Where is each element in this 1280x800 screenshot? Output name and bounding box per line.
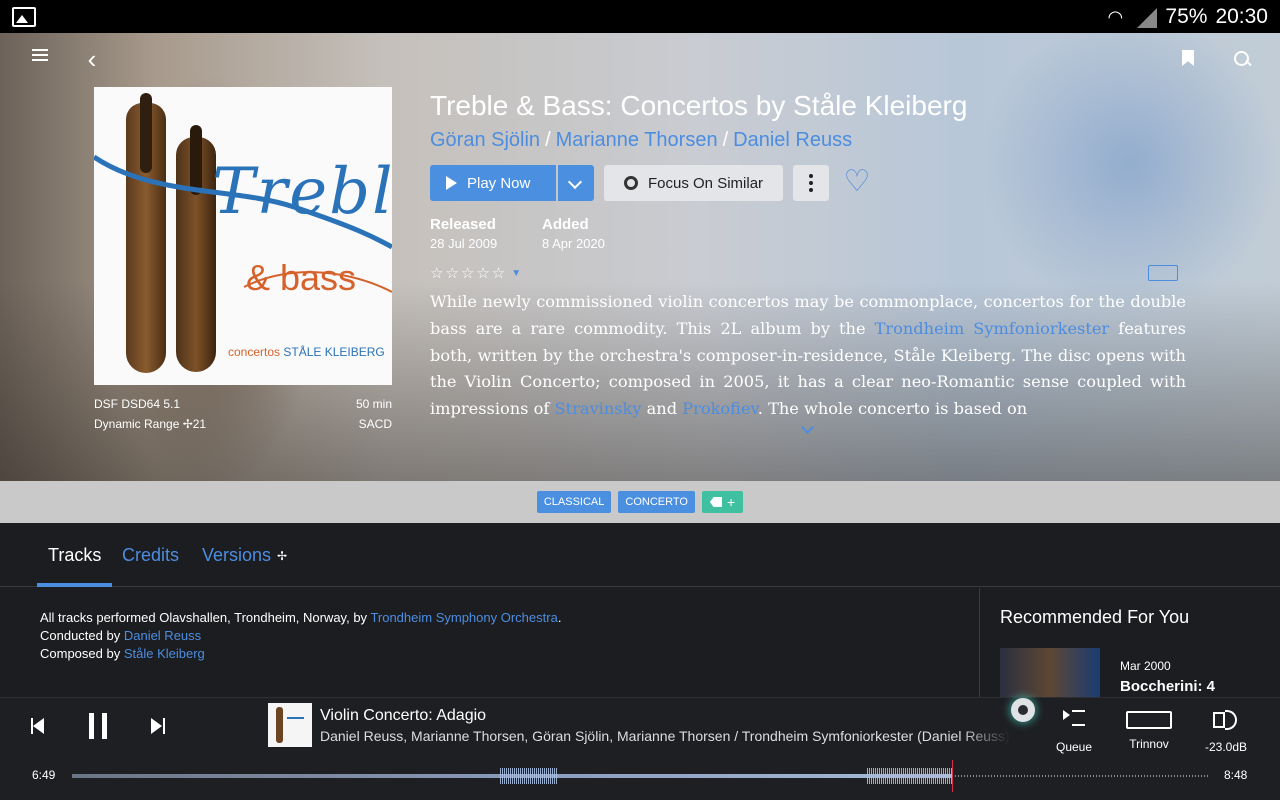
seek-remaining (952, 775, 1208, 777)
star-rating[interactable]: ☆☆☆☆☆ ▼ (430, 264, 523, 282)
composer-link[interactable]: Ståle Kleiberg (124, 646, 205, 661)
versions-icon: ✢ (277, 549, 288, 564)
aperture-icon (624, 176, 638, 190)
genre-tags: CLASSICAL CONCERTO + (0, 481, 1280, 523)
performance-notes: All tracks performed Olavshallen, Trondh… (40, 610, 562, 661)
album-cover[interactable]: Treble & bass concertos STÅLE KLEIBERG (94, 87, 392, 385)
expand-review-icon[interactable] (800, 423, 814, 437)
genre-tag[interactable]: CONCERTO (618, 491, 695, 513)
focus-on-similar-button[interactable]: Focus On Similar (604, 165, 783, 201)
album-tabs: Tracks Credits Versions ✢ (0, 523, 1280, 587)
conductor-link[interactable]: Daniel Reuss (124, 628, 201, 643)
volume-button[interactable]: -23.0dB (1200, 708, 1252, 754)
added-label: Added (542, 216, 589, 233)
play-now-button[interactable]: Play Now (430, 165, 556, 201)
edit-image-icon[interactable] (1148, 265, 1178, 281)
panel-divider (979, 588, 980, 698)
search-icon[interactable] (1230, 46, 1254, 72)
orchestra-link[interactable]: Trondheim Symphony Orchestra (370, 610, 557, 625)
more-options-button[interactable] (793, 165, 829, 201)
elapsed-time: 6:49 (32, 768, 56, 782)
cover-credit: concertos STÅLE KLEIBERG (228, 345, 385, 359)
recommended-album-title[interactable]: Boccherini: 4 (1120, 678, 1215, 695)
status-bar: ◠ 75% 20:30 (0, 0, 1280, 33)
now-playing-bar: Violin Concerto: Adagio Daniel Reuss, Ma… (0, 697, 1280, 800)
review-link[interactable]: Stravinsky (555, 399, 642, 418)
favorite-heart-icon[interactable]: ♡ (842, 167, 872, 197)
previous-track-icon[interactable] (31, 718, 45, 734)
tag-icon (709, 497, 722, 507)
artist-link[interactable]: Göran Sjölin (430, 129, 540, 151)
cover-subtitle: & bass (246, 257, 357, 298)
review-link[interactable]: Trondheim Symfoniorkester (875, 319, 1110, 338)
tab-versions[interactable]: Versions ✢ (202, 545, 287, 566)
total-time: 8:48 (1224, 768, 1248, 782)
album-artists: Göran Sjölin / Marianne Thorsen / Daniel Reu… (430, 129, 853, 151)
recommended-heading: Recommended For You (1000, 607, 1190, 627)
artist-link[interactable]: Daniel Reuss (733, 129, 852, 151)
review-link[interactable]: Prokofiev (682, 399, 758, 418)
format-row: DSF DSD64 5.1 50 min (94, 397, 392, 411)
queue-button[interactable]: Queue (1050, 708, 1098, 754)
clock: 20:30 (1215, 4, 1268, 28)
tab-credits[interactable]: Credits (122, 545, 179, 566)
speaker-icon (1213, 708, 1239, 732)
bookmark-icon[interactable] (1176, 46, 1200, 72)
seek-bar[interactable] (72, 760, 1208, 792)
back-icon[interactable]: ‹ (80, 46, 104, 72)
now-playing-artists: Daniel Reuss, Marianne Thorsen, Göran Sj… (320, 728, 1010, 744)
released-label: Released (430, 216, 496, 233)
added-date: 8 Apr 2020 (542, 236, 605, 251)
active-tab-indicator (37, 583, 112, 587)
rating-dropdown-icon[interactable]: ▼ (511, 268, 523, 279)
play-icon (446, 176, 457, 190)
cover-swoosh (94, 154, 392, 293)
zone-device-icon (1126, 711, 1172, 729)
cover-title: Treble (212, 155, 392, 229)
zone-button[interactable]: Trinnov (1122, 708, 1176, 751)
genre-tag[interactable]: CLASSICAL (536, 491, 612, 513)
album-duration: 50 min (355, 397, 392, 411)
waveform-segment (500, 768, 557, 784)
tab-tracks[interactable]: Tracks (48, 545, 101, 566)
play-options-dropdown[interactable] (558, 165, 594, 201)
waveform-segment (867, 768, 952, 784)
artist-link[interactable]: Marianne Thorsen (556, 129, 718, 151)
audio-format: DSF DSD64 5.1 (94, 397, 181, 411)
album-review: While newly commissioned violin concerto… (430, 292, 1186, 419)
gallery-notification-icon (12, 6, 36, 27)
dynamic-range-row: Dynamic Range ✢21 SACD (94, 417, 392, 431)
now-playing-art[interactable] (268, 703, 312, 747)
pause-icon[interactable] (87, 713, 109, 739)
wifi-icon: ◠ (1107, 6, 1124, 27)
menu-icon[interactable] (28, 46, 52, 72)
now-playing-title[interactable]: Violin Concerto: Adagio (320, 707, 486, 725)
next-track-icon[interactable] (151, 718, 165, 734)
add-tag-button[interactable]: + (701, 491, 744, 513)
battery-level: 75% (1165, 4, 1208, 28)
recommended-date: Mar 2000 (1120, 659, 1171, 673)
queue-icon (1063, 708, 1085, 732)
released-date: 28 Jul 2009 (430, 236, 498, 251)
album-title: Treble & Bass: Concertos by Ståle Kleibe… (430, 90, 968, 121)
radio-icon[interactable] (1011, 698, 1035, 722)
signal-icon (1135, 6, 1158, 28)
recommended-album-art[interactable] (1000, 648, 1100, 698)
source-format: SACD (358, 417, 392, 431)
seek-playhead[interactable] (952, 760, 953, 792)
dynamic-range: Dynamic Range ✢21 (94, 417, 207, 431)
